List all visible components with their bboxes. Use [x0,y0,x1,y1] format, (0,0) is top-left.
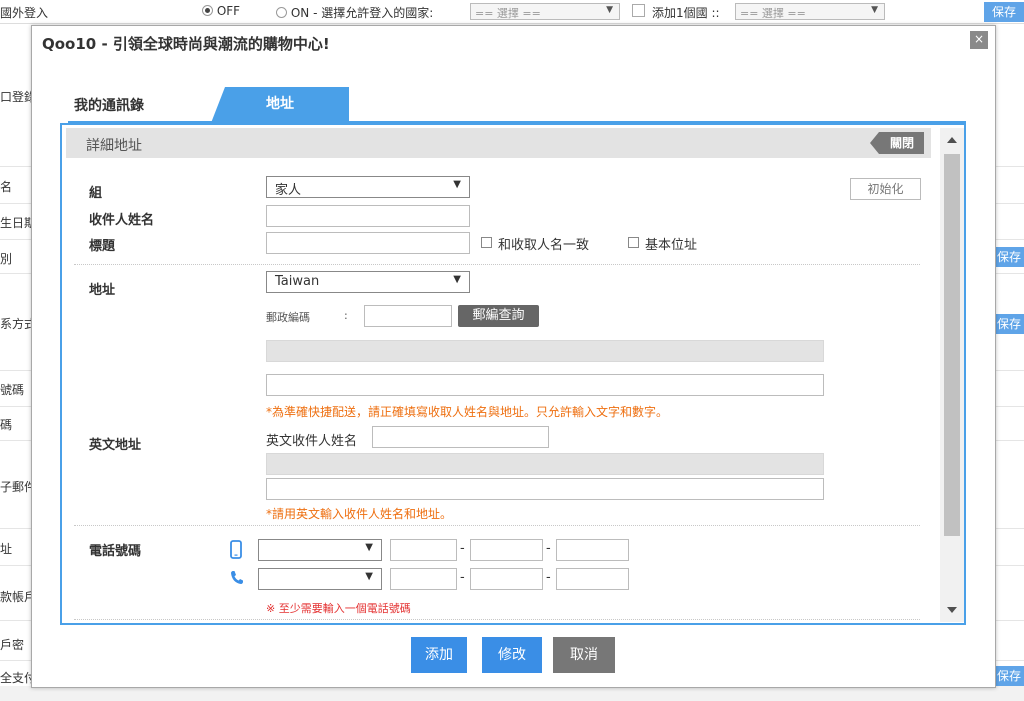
row-label: 址 [0,542,13,556]
page-footer-strip [0,686,1024,701]
row-label: 名 [0,180,13,194]
title-input[interactable] [266,232,470,254]
off-radio-option[interactable]: OFF [202,4,240,18]
cancel-button[interactable]: 取消 [553,637,615,673]
mobile-phone-icon [230,540,242,559]
panel-header: 詳細地址 關閉 [66,128,931,158]
english-address-note: *請用英文輸入收件人姓名和地址。 [266,507,453,521]
row-label: 別 [0,252,13,266]
telephone-part1-input[interactable] [390,568,457,590]
address-detail-panel: 詳細地址 關閉 組 家人 ▼ 初始化 收件人姓名 標題 和收取人名一致 基本位址… [60,123,966,625]
recipient-name-input[interactable] [266,205,470,227]
country-select[interactable]: Taiwan ▼ [266,271,470,293]
zip-code-input[interactable] [364,305,452,327]
country-select-value: Taiwan [275,274,320,289]
english-recipient-label: 英文收件人姓名 [266,434,358,449]
default-address-label: 基本位址 [645,238,698,253]
zip-colon: : [344,309,348,322]
same-as-recipient-checkbox[interactable] [481,237,492,248]
scrollbar[interactable] [940,128,964,622]
zip-search-button[interactable]: 郵編查詢 [458,305,539,327]
telephone-part2-input[interactable] [470,568,543,590]
added-country-select[interactable]: == 選擇 == ▼ [735,3,885,20]
scroll-down-icon[interactable] [947,607,957,613]
english-address-label: 英文地址 [89,438,142,453]
panel-title: 詳細地址 [86,138,142,154]
phone-note: ※ 至少需要輸入一個電話號碼 [266,602,411,615]
group-label: 組 [89,186,103,201]
english-address-line1-field [266,453,824,475]
dash: - [546,570,551,585]
save-button[interactable]: 保存 [984,2,1024,22]
off-label: OFF [216,4,241,18]
dash: - [546,541,551,556]
scroll-up-icon[interactable] [947,137,957,143]
on-radio[interactable] [276,7,287,18]
group-select[interactable]: 家人 ▼ [266,176,470,198]
phone-label: 電話號碼 [89,544,142,559]
dash: - [460,541,465,556]
off-radio[interactable] [202,5,213,16]
add-country-label: 添加1個國 :: [652,6,720,20]
same-as-recipient-label: 和收取人名一致 [498,238,590,253]
save-button[interactable]: 保存 [994,666,1024,686]
address-line1-field [266,340,824,362]
divider [74,264,920,265]
address-label: 地址 [89,283,116,298]
chevron-down-icon: ▼ [453,179,461,190]
divider [74,525,920,526]
dash: - [460,570,465,585]
title-label: 標題 [89,239,116,254]
country-select[interactable]: == 選擇 == ▼ [470,3,620,20]
recipient-name-label: 收件人姓名 [89,213,155,228]
save-button[interactable]: 保存 [994,247,1024,267]
edit-button[interactable]: 修改 [482,637,542,673]
mobile-prefix-select[interactable]: ▼ [258,539,382,561]
added-country-value: == 選擇 == [740,7,806,20]
mobile-part3-input[interactable] [556,539,629,561]
save-button[interactable]: 保存 [994,314,1024,334]
address-line2-input[interactable] [266,374,824,396]
foreign-login-label: 國外登入 [0,6,49,20]
tab-my-contacts[interactable]: 我的通訊錄 [68,87,208,123]
address-book-modal: Qoo10 - 引領全球時尚與潮流的購物中心! × 我的通訊錄 地址 詳細地址 … [31,25,996,688]
chevron-down-icon: ▼ [365,542,373,553]
panel-close-button[interactable]: 關閉 [870,132,924,154]
row-label: 碼 [0,418,13,432]
telephone-icon [231,571,243,584]
default-address-checkbox[interactable] [628,237,639,248]
add-button[interactable]: 添加 [411,637,467,673]
chevron-down-icon: ▼ [365,571,373,582]
reset-button[interactable]: 初始化 [850,178,921,200]
mobile-part1-input[interactable] [390,539,457,561]
tab-address[interactable]: 地址 [211,87,349,123]
country-select-value: == 選擇 == [475,7,541,20]
english-recipient-input[interactable] [372,426,549,448]
english-address-line2-input[interactable] [266,478,824,500]
divider [74,619,920,620]
modal-title: Qoo10 - 引領全球時尚與潮流的購物中心! [42,35,330,53]
row-label: 戶密 [0,638,25,652]
chevron-down-icon: ▼ [453,274,461,285]
close-icon[interactable]: × [970,31,988,49]
on-label: ON - 選擇允許登入的國家: [290,6,434,20]
row-label: 號碼 [0,383,25,397]
zip-code-label: 郵政編碼 [266,311,310,324]
foreign-login-bar: 國外登入 OFF ON - 選擇允許登入的國家: == 選擇 == ▼ 添加1個國… [0,0,1024,24]
tab-bar: 我的通訊錄 地址 [68,87,968,123]
scroll-thumb[interactable] [944,154,960,536]
address-note: *為準確快捷配送，請正確填寫收取人姓名與地址。只允許輸入文字和數字。 [266,405,669,419]
mobile-part2-input[interactable] [470,539,543,561]
chevron-down-icon: ▼ [606,5,613,15]
chevron-down-icon: ▼ [871,5,878,15]
telephone-prefix-select[interactable]: ▼ [258,568,382,590]
add-country-checkbox[interactable] [632,4,645,17]
group-select-value: 家人 [275,183,302,198]
telephone-part3-input[interactable] [556,568,629,590]
on-radio-option[interactable]: ON - 選擇允許登入的國家: [276,4,433,21]
